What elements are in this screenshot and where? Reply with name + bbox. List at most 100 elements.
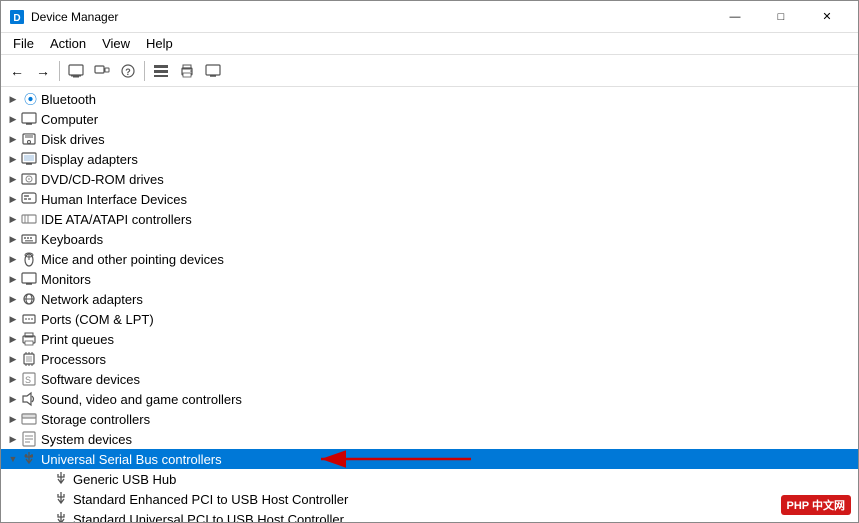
tree-item-hid[interactable]: ▶ Human Interface Devices — [1, 189, 858, 209]
expander-system[interactable]: ▶ — [5, 431, 21, 447]
tree-item-processors[interactable]: ▶ Processors — [1, 349, 858, 369]
menu-view[interactable]: View — [94, 34, 138, 53]
svg-text:D: D — [13, 13, 20, 24]
icon-disk — [21, 131, 37, 147]
label-network: Network adapters — [41, 292, 143, 307]
tree-item-disk[interactable]: ▶Disk drives — [1, 129, 858, 149]
tree-item-mice[interactable]: ▶ Mice and other pointing devices — [1, 249, 858, 269]
help-icon-btn[interactable]: ? — [116, 59, 140, 83]
tree-item-print[interactable]: ▶ Print queues — [1, 329, 858, 349]
label-hid: Human Interface Devices — [41, 192, 187, 207]
back-button[interactable]: ← — [5, 59, 29, 83]
tree-child-item[interactable]: Generic USB Hub — [1, 469, 858, 489]
label-ports: Ports (COM & LPT) — [41, 312, 154, 327]
tree-item-ide[interactable]: ▶ IDE ATA/ATAPI controllers — [1, 209, 858, 229]
tree-item-computer[interactable]: ▶ Computer — [1, 109, 858, 129]
app-icon: D — [9, 9, 25, 25]
label-bluetooth: Bluetooth — [41, 92, 96, 107]
expander-ide[interactable]: ▶ — [5, 211, 21, 227]
icon-system — [21, 431, 37, 447]
tree-child-item[interactable]: Standard Universal PCI to USB Host Contr… — [1, 509, 858, 522]
expander-computer[interactable]: ▶ — [5, 111, 21, 127]
label-std-enhanced: Standard Enhanced PCI to USB Host Contro… — [73, 492, 348, 507]
label-software: Software devices — [41, 372, 140, 387]
expander-software[interactable]: ▶ — [5, 371, 21, 387]
computer-icon-btn[interactable] — [64, 59, 88, 83]
expander-bluetooth[interactable]: ▶ — [5, 91, 21, 107]
label-sound: Sound, video and game controllers — [41, 392, 242, 407]
icon-processors — [21, 351, 37, 367]
tree-item-dvd[interactable]: ▶ DVD/CD-ROM drives — [1, 169, 858, 189]
tree-item-sound[interactable]: ▶ Sound, video and game controllers — [1, 389, 858, 409]
icon-display — [21, 151, 37, 167]
expander-storage[interactable]: ▶ — [5, 411, 21, 427]
close-button[interactable]: ✕ — [804, 1, 850, 33]
tree-child-item[interactable]: Standard Enhanced PCI to USB Host Contro… — [1, 489, 858, 509]
expander-ports[interactable]: ▶ — [5, 311, 21, 327]
expander-dvd[interactable]: ▶ — [5, 171, 21, 187]
label-mice: Mice and other pointing devices — [41, 252, 224, 267]
expander-hid[interactable]: ▶ — [5, 191, 21, 207]
label-display: Display adapters — [41, 152, 138, 167]
expander-processors[interactable]: ▶ — [5, 351, 21, 367]
maximize-button[interactable]: □ — [758, 1, 804, 33]
icon-keyboard — [21, 231, 37, 247]
icon-ide — [21, 211, 37, 227]
tree-item-usb[interactable]: ▼Universal Serial Bus controllers — [1, 449, 858, 469]
icon-sound — [21, 391, 37, 407]
icon-software: S — [21, 371, 37, 387]
forward-button[interactable]: → — [31, 59, 55, 83]
print-icon-btn[interactable] — [175, 59, 199, 83]
tree-content[interactable]: ▶⦿Bluetooth▶Computer▶Disk drives▶Display… — [1, 87, 858, 522]
icon-std-universal — [53, 511, 69, 522]
tree-item-software[interactable]: ▶ S Software devices — [1, 369, 858, 389]
separator-1 — [59, 61, 60, 81]
icon-generic-hub — [53, 471, 69, 487]
icon-ports — [21, 311, 37, 327]
label-ide: IDE ATA/ATAPI controllers — [41, 212, 192, 227]
icon-bluetooth: ⦿ — [21, 91, 37, 107]
expander-monitors[interactable]: ▶ — [5, 271, 21, 287]
label-monitors: Monitors — [41, 272, 91, 287]
tree-item-storage[interactable]: ▶ Storage controllers — [1, 409, 858, 429]
label-generic-hub: Generic USB Hub — [73, 472, 176, 487]
label-print: Print queues — [41, 332, 114, 347]
expander-sound[interactable]: ▶ — [5, 391, 21, 407]
tree-item-display[interactable]: ▶ Display adapters — [1, 149, 858, 169]
tree-item-bluetooth[interactable]: ▶⦿ Bluetooth — [1, 89, 858, 109]
icon-print — [21, 331, 37, 347]
icon-storage — [21, 411, 37, 427]
expander-disk[interactable]: ▶ — [5, 131, 21, 147]
expander-print[interactable]: ▶ — [5, 331, 21, 347]
expander-usb[interactable]: ▼ — [5, 451, 21, 467]
label-dvd: DVD/CD-ROM drives — [41, 172, 164, 187]
monitor-icon-btn[interactable] — [201, 59, 225, 83]
label-keyboard: Keyboards — [41, 232, 103, 247]
menu-action[interactable]: Action — [42, 34, 94, 53]
expander-display[interactable]: ▶ — [5, 151, 21, 167]
menu-help[interactable]: Help — [138, 34, 181, 53]
tree-item-system[interactable]: ▶System devices — [1, 429, 858, 449]
tree-item-network[interactable]: ▶ Network adapters — [1, 289, 858, 309]
expander-network[interactable]: ▶ — [5, 291, 21, 307]
toolbar: ← → ? — [1, 55, 858, 87]
svg-text:S: S — [25, 375, 31, 385]
label-processors: Processors — [41, 352, 106, 367]
icon-std-enhanced — [53, 491, 69, 507]
list-icon-btn[interactable] — [149, 59, 173, 83]
icon-monitors — [21, 271, 37, 287]
tree-item-keyboard[interactable]: ▶ Keyboards — [1, 229, 858, 249]
label-computer: Computer — [41, 112, 98, 127]
tree-item-monitors[interactable]: ▶ Monitors — [1, 269, 858, 289]
label-std-universal: Standard Universal PCI to USB Host Contr… — [73, 512, 344, 523]
minimize-button[interactable]: — — [712, 1, 758, 33]
window-controls: — □ ✕ — [712, 1, 850, 33]
expander-mice[interactable]: ▶ — [5, 251, 21, 267]
device-icon-btn[interactable] — [90, 59, 114, 83]
menu-file[interactable]: File — [5, 34, 42, 53]
tree-item-ports[interactable]: ▶ Ports (COM & LPT) — [1, 309, 858, 329]
icon-usb — [21, 451, 37, 467]
window-title: Device Manager — [31, 10, 712, 24]
label-storage: Storage controllers — [41, 412, 150, 427]
expander-keyboard[interactable]: ▶ — [5, 231, 21, 247]
